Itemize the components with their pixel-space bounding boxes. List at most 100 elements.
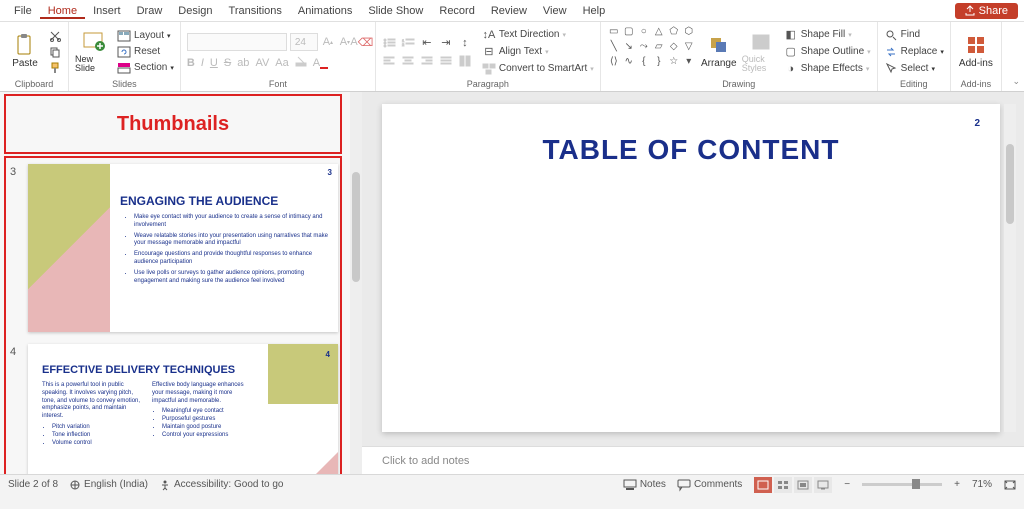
editor-scroll-handle[interactable]: [1006, 144, 1014, 224]
menu-record[interactable]: Record: [431, 3, 482, 19]
font-family-select[interactable]: [187, 33, 287, 51]
menu-insert[interactable]: Insert: [85, 3, 129, 19]
align-center-icon[interactable]: [401, 54, 415, 68]
canvas-title[interactable]: TABLE OF CONTENT: [382, 134, 1000, 166]
format-painter-icon[interactable]: [48, 61, 62, 75]
slide4-page-number: 4: [326, 350, 330, 359]
thumbnail-scroll-handle[interactable]: [352, 172, 360, 282]
highlight-button[interactable]: [295, 55, 307, 70]
ribbon-group-font: 24 A▴ A▾ A⌫ B I U S ab AV Aa A Font: [181, 22, 376, 91]
paragraph-group-label: Paragraph: [382, 79, 594, 91]
align-left-icon[interactable]: [382, 54, 396, 68]
menu-draw[interactable]: Draw: [129, 3, 171, 19]
slide-canvas[interactable]: 2 TABLE OF CONTENT: [382, 104, 1000, 432]
shadow-button[interactable]: ab: [237, 57, 249, 69]
section-button[interactable]: Section▾: [117, 61, 174, 75]
shape-outline-button[interactable]: ▢Shape Outline▾: [784, 45, 871, 59]
font-color-button[interactable]: A: [313, 57, 328, 69]
line-spacing-icon[interactable]: ↕: [458, 36, 472, 50]
zoom-out-button[interactable]: −: [844, 479, 850, 490]
shape-outline-icon: ▢: [784, 45, 798, 59]
status-language[interactable]: English (India): [70, 479, 148, 490]
slide4-col2-item: Meaningful eye contact: [162, 408, 252, 416]
view-sorter-button[interactable]: [774, 477, 792, 493]
ribbon-group-slides: New Slide Layout▾ Reset Section▾ Slides: [69, 22, 181, 91]
arrange-button[interactable]: Arrange: [700, 24, 738, 79]
editor-vertical-scrollbar[interactable]: [1004, 104, 1016, 432]
convert-smartart-button[interactable]: Convert to SmartArt▾: [482, 62, 594, 76]
share-button[interactable]: Share: [955, 3, 1018, 19]
shape-effects-button[interactable]: ◑Shape Effects▾: [784, 62, 871, 76]
layout-button[interactable]: Layout▾: [117, 29, 174, 43]
quick-styles-button[interactable]: A Quick Styles: [742, 24, 780, 79]
align-right-icon[interactable]: [420, 54, 434, 68]
ribbon-group-editing: Find Replace▾ Select▾ Editing: [878, 22, 951, 91]
align-text-button[interactable]: ⊟Align Text▾: [482, 45, 594, 59]
reset-button[interactable]: Reset: [117, 45, 174, 59]
cut-icon[interactable]: [48, 29, 62, 43]
ribbon-group-addins: Add-ins Add-ins: [951, 22, 1001, 91]
view-normal-button[interactable]: [754, 477, 772, 493]
shape-fill-button[interactable]: ◧Shape Fill▾: [784, 28, 871, 42]
status-comments-toggle[interactable]: Comments: [678, 479, 742, 490]
strike-button[interactable]: S: [224, 57, 231, 69]
shape-gallery[interactable]: ▭▢○△⬠⬡ ╲↘⤳▱◇▽ ⟨⟩∿{}☆▾: [607, 24, 696, 79]
notes-icon: [624, 480, 636, 490]
italic-button[interactable]: I: [201, 57, 204, 69]
menu-file[interactable]: File: [6, 3, 40, 19]
columns-icon[interactable]: [458, 54, 472, 68]
clear-format-icon[interactable]: A⌫: [355, 35, 369, 49]
font-size-select[interactable]: 24: [290, 33, 318, 51]
ribbon-collapse-chevron[interactable]: ⌄: [1012, 76, 1020, 87]
slide4-col2-intro: Effective body language enhances your me…: [152, 382, 252, 405]
thumbnails-annotation-label: Thumbnails: [117, 113, 229, 136]
thumbnail-scrollbar[interactable]: [350, 92, 362, 474]
shape-fill-icon: ◧: [784, 28, 798, 42]
replace-button[interactable]: Replace▾: [884, 45, 944, 59]
menu-help[interactable]: Help: [575, 3, 614, 19]
menu-home[interactable]: Home: [40, 3, 85, 19]
view-slideshow-button[interactable]: [814, 477, 832, 493]
view-reading-button[interactable]: [794, 477, 812, 493]
slide-thumbnail-4[interactable]: 4 4 EFFECTIVE DELIVERY TECHNIQUES This i…: [28, 344, 338, 474]
case-button[interactable]: Aa: [275, 57, 288, 69]
increase-font-icon[interactable]: A▴: [321, 35, 335, 49]
indent-left-icon[interactable]: ⇤: [420, 36, 434, 50]
menu-transitions[interactable]: Transitions: [221, 3, 290, 19]
status-notes-toggle[interactable]: Notes: [624, 479, 666, 490]
paste-button[interactable]: Paste: [6, 24, 44, 79]
status-slide-info[interactable]: Slide 2 of 8: [8, 479, 58, 490]
fit-window-button[interactable]: [1004, 480, 1016, 490]
select-button[interactable]: Select▾: [884, 62, 944, 76]
slide3-bullet: Weave relatable stories into your presen…: [134, 233, 328, 249]
menu-animations[interactable]: Animations: [290, 3, 360, 19]
slide-thumbnail-3[interactable]: 3 3 ENGAGING THE AUDIENCE Make eye conta…: [28, 164, 338, 332]
find-button[interactable]: Find: [884, 28, 944, 42]
new-slide-button[interactable]: New Slide: [75, 24, 113, 79]
zoom-level[interactable]: 71%: [972, 479, 992, 490]
menu-slideshow[interactable]: Slide Show: [360, 3, 431, 19]
menu-view[interactable]: View: [535, 3, 575, 19]
editing-group-label: Editing: [884, 79, 944, 91]
slide3-bullet: Make eye contact with your audience to c…: [134, 214, 328, 230]
status-accessibility[interactable]: Accessibility: Good to go: [160, 479, 284, 490]
spacing-button[interactable]: AV: [255, 57, 269, 69]
underline-button[interactable]: U: [210, 57, 218, 69]
text-direction-button[interactable]: ↕AText Direction▾: [482, 28, 594, 42]
indent-right-icon[interactable]: ⇥: [439, 36, 453, 50]
numbering-icon[interactable]: 12: [401, 36, 415, 50]
copy-icon[interactable]: [48, 45, 62, 59]
section-icon: [117, 61, 131, 75]
zoom-slider-handle[interactable]: [912, 479, 920, 489]
justify-icon[interactable]: [439, 54, 453, 68]
menu-design[interactable]: Design: [170, 3, 220, 19]
zoom-in-button[interactable]: +: [954, 479, 960, 490]
notes-pane[interactable]: Click to add notes: [362, 446, 1024, 474]
editor-area: 2 TABLE OF CONTENT Click to add notes: [362, 92, 1024, 474]
slide3-bullet: Encourage questions and provide thoughtf…: [134, 251, 328, 267]
bullets-icon[interactable]: [382, 36, 396, 50]
menu-review[interactable]: Review: [483, 3, 535, 19]
addins-button[interactable]: Add-ins: [957, 24, 995, 79]
bold-button[interactable]: B: [187, 57, 195, 69]
zoom-slider[interactable]: [862, 483, 942, 486]
